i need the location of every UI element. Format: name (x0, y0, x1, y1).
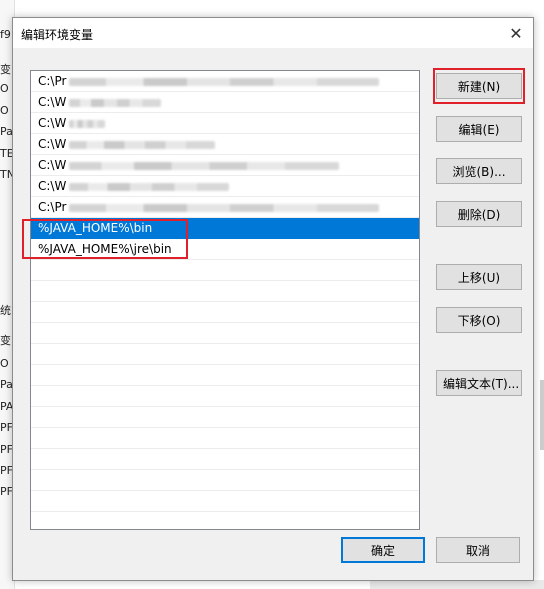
list-item[interactable]: C:\Pr (31, 71, 419, 92)
redacted-path (69, 119, 106, 128)
path-text: C:\W (38, 116, 67, 130)
list-item[interactable]: C:\W (31, 134, 419, 155)
path-text: C:\W (38, 179, 67, 193)
new-button[interactable]: 新建(N) (436, 73, 522, 99)
background-footer (370, 580, 544, 589)
list-item-empty[interactable] (31, 470, 419, 491)
path-text: C:\W (38, 158, 67, 172)
list-item-empty[interactable] (31, 428, 419, 449)
list-item-selected[interactable]: %JAVA_HOME%\bin (31, 218, 419, 239)
path-text: C:\W (38, 95, 67, 109)
redacted-path (69, 98, 162, 107)
ok-button[interactable]: 确定 (341, 537, 425, 563)
edit-button[interactable]: 编辑(E) (436, 116, 522, 142)
list-item[interactable]: C:\W (31, 113, 419, 134)
move-down-button[interactable]: 下移(O) (436, 307, 522, 333)
redacted-path (69, 182, 230, 191)
list-item-empty[interactable] (31, 449, 419, 470)
list-item-empty[interactable] (31, 281, 419, 302)
path-text: C:\Pr (38, 200, 67, 214)
close-icon: ✕ (509, 23, 523, 43)
title-bar[interactable]: 编辑环境变量 ✕ (13, 18, 533, 48)
delete-button[interactable]: 删除(D) (436, 201, 522, 227)
list-item[interactable]: C:\W (31, 92, 419, 113)
redacted-path (69, 77, 380, 86)
path-text: %JAVA_HOME%\jre\bin (38, 242, 172, 256)
list-item[interactable]: C:\W (31, 155, 419, 176)
list-item[interactable]: %JAVA_HOME%\jre\bin (31, 239, 419, 260)
list-item-empty[interactable] (31, 386, 419, 407)
background-scrollbar[interactable] (540, 380, 544, 450)
list-item[interactable]: C:\W (31, 176, 419, 197)
list-item-empty[interactable] (31, 302, 419, 323)
path-text: C:\Pr (38, 74, 67, 88)
close-button[interactable]: ✕ (499, 18, 533, 48)
redacted-path (69, 203, 380, 212)
redacted-path (69, 161, 340, 170)
browse-button[interactable]: 浏览(B)... (436, 158, 522, 184)
list-item-empty[interactable] (31, 491, 419, 512)
dialog-title: 编辑环境变量 (21, 28, 94, 42)
edit-text-button[interactable]: 编辑文本(T)... (436, 370, 522, 396)
list-item-empty[interactable] (31, 407, 419, 428)
path-text: C:\W (38, 137, 67, 151)
cancel-button[interactable]: 取消 (436, 537, 520, 563)
path-text: %JAVA_HOME%\bin (38, 221, 153, 235)
list-item-empty[interactable] (31, 260, 419, 281)
move-up-button[interactable]: 上移(U) (436, 264, 522, 290)
list-item[interactable]: C:\Pr (31, 197, 419, 218)
redacted-path (69, 140, 216, 149)
list-item-empty[interactable] (31, 323, 419, 344)
list-item-empty[interactable] (31, 512, 419, 529)
path-list[interactable]: C:\Pr C:\W C:\W C:\W C:\W C:\W C:\Pr %JA… (30, 70, 420, 530)
edit-env-var-dialog: 编辑环境变量 ✕ C:\Pr C:\W C:\W C:\W C:\W C:\W … (12, 17, 534, 581)
list-item-empty[interactable] (31, 365, 419, 386)
list-item-empty[interactable] (31, 344, 419, 365)
